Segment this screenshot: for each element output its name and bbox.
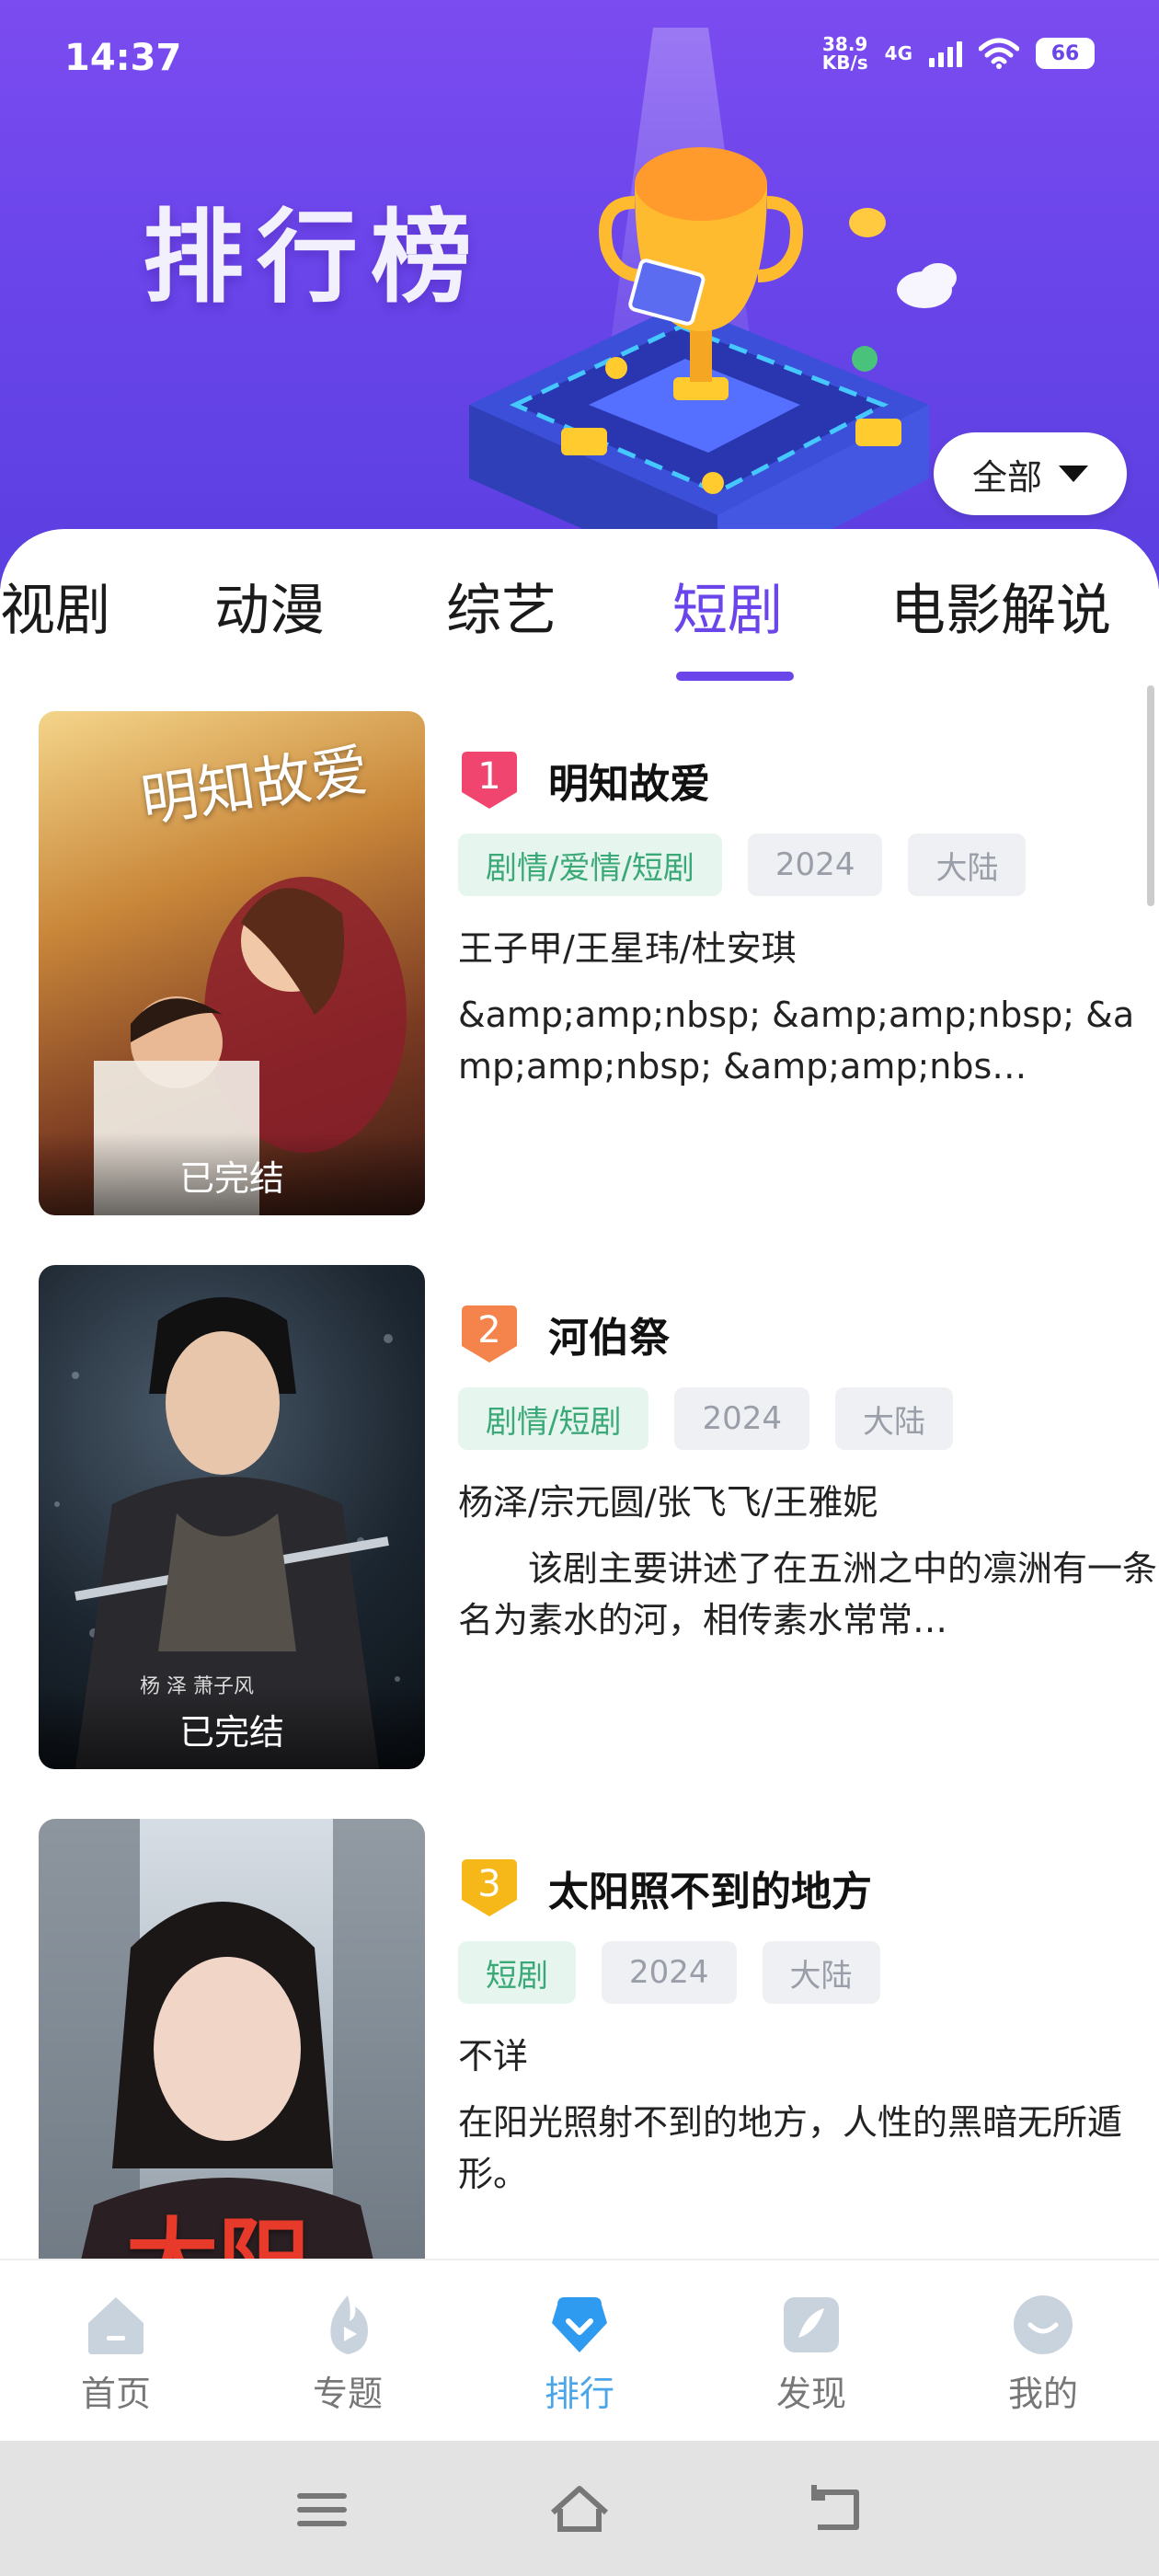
item-info: 2 河伯祭 剧情/短剧 2024 大陆 杨泽/宗元圆/张飞飞/王雅妮 该剧主要讲… <box>458 1297 1157 1646</box>
description-text: &amp;amp;nbsp; &amp;amp;nbsp; &amp;amp;n… <box>458 995 1135 1087</box>
genre-tag: 短剧 <box>458 1941 576 2004</box>
tab-movie-commentary[interactable]: 电影解说 <box>890 566 1111 646</box>
rank-badge: 1 <box>458 750 521 811</box>
poster-image[interactable]: 明知故爱 已完结 <box>39 711 425 1215</box>
tag-list: 剧情/短剧 2024 大陆 <box>458 1387 1157 1450</box>
discover-icon <box>784 2297 839 2352</box>
nav-ranking[interactable]: 排行 <box>506 2292 653 2416</box>
item-info: 3 太阳照不到的地方 短剧 2024 大陆 不详 在阳光照射不到的地方，人性的黑… <box>458 1851 1157 2200</box>
signal-icon <box>929 40 962 67</box>
item-title[interactable]: 太阳照不到的地方 <box>548 1858 872 1917</box>
active-tab-indicator <box>676 672 794 681</box>
year-tag: 2024 <box>747 834 883 896</box>
page-title: 排行榜 <box>143 198 485 316</box>
nav-home[interactable]: 首页 <box>42 2292 189 2416</box>
nav-topics[interactable]: 专题 <box>274 2292 421 2416</box>
item-title[interactable]: 河伯祭 <box>548 1305 670 1363</box>
tab-anime[interactable]: 动漫 <box>214 566 325 646</box>
network-speed-value: 38.9 <box>822 33 868 55</box>
home-icon <box>88 2297 143 2354</box>
cast-text: 王子甲/王星玮/杜安琪 <box>458 928 797 969</box>
tag-list: 短剧 2024 大陆 <box>458 1941 1157 2004</box>
rank-number: 3 <box>477 1863 501 1905</box>
battery-icon: 66 <box>1036 38 1095 69</box>
list-item[interactable]: 明知故爱 已完结 1 明知故爱 剧情/爱情/短剧 2024 大陆 王子甲/王星玮… <box>39 711 1134 1215</box>
description-text: 该剧主要讲述了在五洲之中的凛洲有一条名为素水的河，相传素水常常… <box>458 1548 1157 1640</box>
rank-badge: 2 <box>458 1304 521 1364</box>
nav-topics-label: 专题 <box>312 2374 383 2414</box>
nav-profile[interactable]: 我的 <box>970 2292 1117 2416</box>
rank-badge: 3 <box>458 1857 521 1918</box>
profile-icon <box>1014 2295 1073 2354</box>
region-tag: 大陆 <box>762 1941 880 2004</box>
menu-icon[interactable] <box>290 2478 354 2542</box>
tag-list: 剧情/爱情/短剧 2024 大陆 <box>458 834 1157 896</box>
nav-profile-label: 我的 <box>1007 2374 1078 2414</box>
region-tag: 大陆 <box>908 834 1027 896</box>
system-navigation-bar <box>0 2441 1159 2576</box>
cast-text: 不详 <box>458 2036 529 2076</box>
description-text: 在阳光照射不到的地方，人性的黑暗无所遁形。 <box>458 2102 1123 2194</box>
status-time: 14:37 <box>64 37 182 79</box>
poster-image[interactable]: 杨 泽 萧子风 已完结 <box>39 1265 425 1769</box>
year-tag: 2024 <box>602 1941 737 2004</box>
filter-label: 全部 <box>971 456 1042 498</box>
network-speed-unit: KB/s <box>821 52 868 74</box>
nav-ranking-label: 排行 <box>544 2374 614 2414</box>
poster-image[interactable]: 太阳 <box>39 1819 425 2323</box>
completed-badge: 已完结 <box>39 1686 425 1769</box>
status-bar: 14:37 38.9 KB/s 4G 66 <box>0 0 1159 120</box>
genre-tag: 剧情/短剧 <box>458 1387 649 1450</box>
bottom-navigation: 首页 专题 排行 发现 我的 <box>0 2259 1159 2441</box>
region-tag: 大陆 <box>835 1387 953 1450</box>
item-info: 1 明知故爱 剧情/爱情/短剧 2024 大陆 王子甲/王星玮/杜安琪 &amp… <box>458 743 1157 1092</box>
back-icon[interactable] <box>805 2478 869 2542</box>
item-title[interactable]: 明知故爱 <box>548 751 710 810</box>
status-icons: 38.9 KB/s 4G 66 <box>822 35 1095 72</box>
nav-discover-label: 发现 <box>775 2374 846 2414</box>
category-tabs: 视剧 动漫 综艺 短剧 电影解说 <box>0 566 1159 676</box>
network-type: 4G <box>884 42 912 64</box>
tab-tv-series[interactable]: 视剧 <box>0 566 110 646</box>
ranking-icon <box>552 2297 607 2352</box>
tab-short-drama[interactable]: 短剧 <box>672 566 783 646</box>
wifi-icon <box>979 38 1019 69</box>
network-speed: 38.9 KB/s <box>822 35 868 72</box>
filter-dropdown-button[interactable]: 全部 <box>934 432 1127 515</box>
rank-number: 1 <box>477 755 501 798</box>
genre-tag: 剧情/爱情/短剧 <box>458 834 722 896</box>
trophy-illustration <box>469 147 957 589</box>
nav-discover[interactable]: 发现 <box>738 2292 885 2416</box>
rank-number: 2 <box>477 1309 501 1351</box>
flame-play-icon <box>330 2295 368 2354</box>
ranking-header: 14:37 38.9 KB/s 4G 66 排行榜 全部 <box>0 0 1159 589</box>
home-button-icon[interactable] <box>547 2478 612 2542</box>
list-item[interactable]: 太阳 3 太阳照不到的地方 短剧 2024 大陆 不详 在阳光照射不到的地方，人… <box>39 1819 1133 2323</box>
completed-badge: 已完结 <box>39 1133 425 1215</box>
nav-home-label: 首页 <box>80 2374 151 2414</box>
caret-down-icon <box>1059 466 1088 482</box>
year-tag: 2024 <box>674 1387 809 1450</box>
tab-variety[interactable]: 综艺 <box>446 566 557 646</box>
list-item[interactable]: 杨 泽 萧子风 已完结 2 河伯祭 剧情/短剧 2024 大陆 杨泽/宗元圆/张… <box>39 1265 1157 1769</box>
cast-text: 杨泽/宗元圆/张飞飞/王雅妮 <box>458 1482 878 1523</box>
